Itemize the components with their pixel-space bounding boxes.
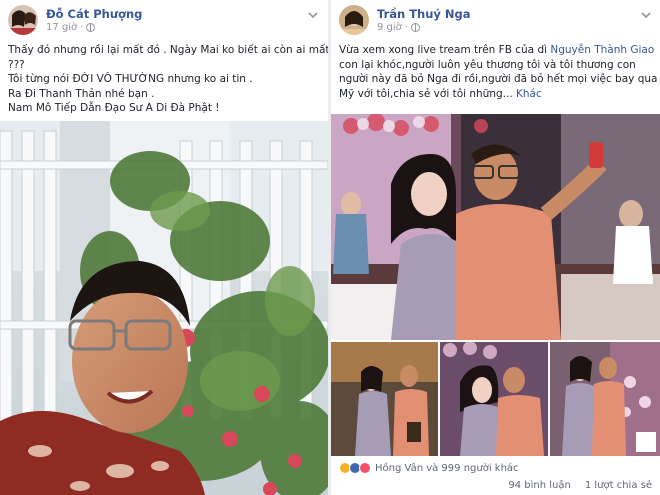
left-author-avatar[interactable] [8, 5, 38, 35]
left-post-time: 17 giờ · [46, 21, 142, 34]
selfie-party-image [331, 114, 660, 340]
left-author-name[interactable]: Đỗ Cát Phượng [46, 7, 142, 21]
left-post: Đỗ Cát Phượng 17 giờ · Thấy đó nhưng rồi… [0, 0, 328, 495]
thumbnail-image [440, 342, 548, 456]
left-post-line: Thấy đó nhưng rồi lại mất đó . Ngày Mai … [8, 44, 328, 56]
post-options-chevron-icon[interactable] [639, 8, 653, 22]
selfie-roses-image [0, 121, 328, 495]
right-post-line: con lại khóc,người luôn yêu thương tôi v… [339, 58, 636, 71]
thumbnail-image [331, 342, 438, 456]
globe-icon [86, 22, 96, 32]
thumbnail-image [550, 342, 660, 456]
left-post-line: ??? [8, 58, 25, 71]
globe-icon [410, 22, 420, 32]
right-post-timestamp[interactable]: 9 giờ [377, 21, 402, 34]
left-post-timestamp[interactable]: 17 giờ [46, 21, 77, 34]
left-post-line: Tôi từng nói ĐỜI VÔ THƯỜNG nhưng ko ai t… [8, 73, 253, 86]
left-post-line: Nam Mô Tiếp Dẫn Đạo Sư A Di Đà Phật ! [8, 102, 220, 115]
right-post-line: người này đã bỏ Nga đi rồi,người đã bỏ h… [339, 73, 658, 86]
love-icon [359, 462, 371, 474]
reactions-text[interactable]: Hồng Vân và 999 người khác [375, 463, 519, 474]
left-post-photo[interactable] [0, 121, 328, 495]
right-post-header: Trần Thuý Nga 9 giờ · [339, 2, 471, 38]
thumbnail-photo-2[interactable] [440, 342, 548, 456]
right-post-line: Mỹ với tôi,chia sẻ với tôi những... Khác [339, 87, 657, 102]
avatar-image [8, 5, 38, 35]
thumbnail-photo-3[interactable] [550, 342, 660, 456]
engagement-counts: 94 bình luận 1 lượt chia sẻ [508, 480, 652, 491]
right-post-line-text: Mỹ với tôi,chia sẻ với tôi những... [339, 87, 517, 100]
right-post-line-text: Vừa xem xong live tream trên FB của dì [339, 44, 551, 56]
left-post-text: Thấy đó nhưng rồi lại mất đó . Ngày Mai … [8, 43, 328, 116]
thumbnail-photo-1[interactable] [331, 342, 438, 456]
right-post: Trần Thuý Nga 9 giờ · Vừa xem xong live … [331, 0, 660, 495]
right-main-photo[interactable] [331, 114, 660, 340]
post-options-chevron-icon[interactable] [306, 8, 320, 22]
right-author-name[interactable]: Trần Thuý Nga [377, 7, 471, 21]
mention-link[interactable]: Nguyễn Thành Giao [550, 44, 654, 56]
left-post-line: Ra Đi Thanh Thản nhé bạn . [8, 87, 155, 100]
shares-count[interactable]: 1 lượt chia sẻ [585, 480, 652, 491]
right-author-avatar[interactable] [339, 5, 369, 35]
right-post-line: Vừa xem xong live tream trên FB của dì N… [339, 43, 657, 58]
right-post-text: Vừa xem xong live tream trên FB của dì N… [339, 43, 657, 101]
comments-count[interactable]: 94 bình luận [508, 480, 570, 491]
see-more-link[interactable]: Khác [516, 88, 542, 100]
avatar-image [339, 5, 369, 35]
left-post-header: Đỗ Cát Phượng 17 giờ · [8, 2, 142, 38]
right-post-time: 9 giờ · [377, 21, 471, 34]
reactions-summary[interactable]: Hồng Vân và 999 người khác [339, 460, 519, 476]
